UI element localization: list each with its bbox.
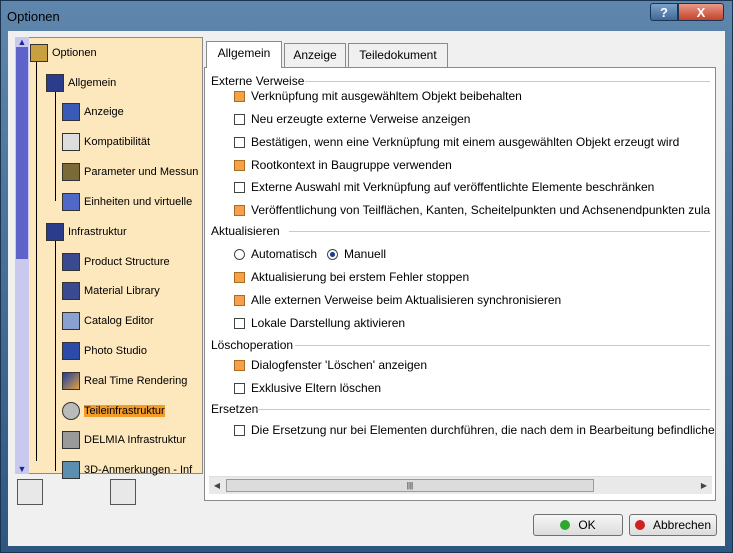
close-button[interactable]: X <box>678 3 724 21</box>
option-checkbox[interactable]: Rootkontext in Baugruppe verwenden <box>234 156 452 174</box>
checkbox[interactable] <box>234 204 245 216</box>
tree-item-infrastruktur[interactable]: Infrastruktur <box>46 222 127 242</box>
options-window: Optionen ? X ▲ ▼ Optionen Allgemein Anze… <box>0 0 733 553</box>
gear-icon <box>62 402 80 420</box>
section-title: Aktualisieren <box>211 224 280 238</box>
tree-item-material-library[interactable]: Material Library <box>62 281 160 301</box>
compatibility-icon <box>62 133 80 151</box>
infrastructure-icon <box>46 223 64 241</box>
tree-item-real-time-rendering[interactable]: Real Time Rendering <box>62 371 187 391</box>
option-checkbox[interactable]: Exklusive Eltern löschen <box>234 379 381 397</box>
settings-panel: Externe Verweise Verknüpfung mit ausgewä… <box>204 67 716 501</box>
radio-automatisch[interactable]: Automatisch <box>234 245 317 263</box>
option-checkbox[interactable]: Lokale Darstellung aktivieren <box>234 314 405 332</box>
section-divider <box>295 345 710 346</box>
tree-item-anzeige[interactable]: Anzeige <box>62 102 124 122</box>
tree-scroll-thumb[interactable] <box>16 47 28 259</box>
tree-connector <box>55 241 56 471</box>
option-checkbox[interactable]: Dialogfenster 'Löschen' anzeigen <box>234 356 427 374</box>
annotation-icon <box>62 461 80 479</box>
tree-item-parameter[interactable]: Parameter und Messun <box>62 162 198 182</box>
checkbox[interactable] <box>234 159 245 171</box>
product-structure-icon <box>62 253 80 271</box>
option-checkbox[interactable]: Externe Auswahl mit Verknüpfung auf verö… <box>234 178 654 196</box>
tree-item-optionen[interactable]: Optionen <box>30 43 97 63</box>
panel-horizontal-scrollbar[interactable]: ◀ ||| ▶ <box>209 476 712 494</box>
horizontal-scroll-thumb[interactable]: ||| <box>226 479 594 492</box>
section-title: Löschoperation <box>211 338 294 352</box>
photo-studio-icon <box>62 342 80 360</box>
material-library-icon <box>62 282 80 300</box>
tree-item-photo-studio[interactable]: Photo Studio <box>62 341 147 361</box>
display-icon <box>62 103 80 121</box>
general-icon <box>46 74 64 92</box>
rendering-icon <box>62 372 80 390</box>
checkbox[interactable] <box>234 359 245 371</box>
section-divider <box>305 81 710 82</box>
checkbox[interactable] <box>234 271 245 283</box>
tree-item-3d-anmerkungen[interactable]: 3D-Anmerkungen - Inf <box>62 460 192 480</box>
checkbox[interactable] <box>234 90 245 102</box>
scroll-right-icon[interactable]: ▶ <box>697 479 711 492</box>
tree-item-kompatibilitaet[interactable]: Kompatibilität <box>62 132 150 152</box>
options-root-icon <box>30 44 48 62</box>
tab-anzeige[interactable]: Anzeige <box>284 43 346 67</box>
option-checkbox[interactable]: Alle externen Verweise beim Aktualisiere… <box>234 291 561 309</box>
tree-connector <box>36 61 37 461</box>
tree-item-delmia[interactable]: DELMIA Infrastruktur <box>62 430 186 450</box>
radio-button[interactable] <box>234 248 245 260</box>
dialog-client: ▲ ▼ Optionen Allgemein Anzeige Kompatibi… <box>8 31 725 546</box>
section-title: Externe Verweise <box>211 74 305 88</box>
tree-item-einheiten[interactable]: Einheiten und virtuelle <box>62 192 192 212</box>
scroll-up-icon[interactable]: ▲ <box>15 37 29 47</box>
tree-item-allgemein[interactable]: Allgemein <box>46 73 116 93</box>
option-checkbox[interactable]: Neu erzeugte externe Verweise anzeigen <box>234 110 470 128</box>
reset-options-icon[interactable] <box>110 479 136 505</box>
radio-button[interactable] <box>327 248 338 260</box>
section-divider <box>257 409 710 410</box>
option-checkbox[interactable]: Die Ersetzung nur bei Elementen durchfüh… <box>234 421 715 439</box>
tree-item-catalog-editor[interactable]: Catalog Editor <box>62 311 154 331</box>
parameter-icon <box>62 163 80 181</box>
cancel-button[interactable]: Abbrechen <box>629 514 717 536</box>
help-button[interactable]: ? <box>650 3 678 21</box>
scroll-down-icon[interactable]: ▼ <box>15 464 29 474</box>
option-checkbox[interactable]: Verknüpfung mit ausgewähltem Objekt beib… <box>234 87 522 105</box>
red-status-icon <box>634 520 645 530</box>
checkbox[interactable] <box>234 113 245 125</box>
option-checkbox[interactable]: Veröffentlichung von Teilflächen, Kanten… <box>234 201 710 219</box>
tree-connector <box>55 91 56 201</box>
tab-teiledokument[interactable]: Teiledokument <box>348 43 448 67</box>
window-title: Optionen <box>7 9 60 24</box>
checkbox[interactable] <box>234 294 245 306</box>
green-status-icon <box>560 520 571 530</box>
section-title: Ersetzen <box>211 402 259 416</box>
delmia-icon <box>62 431 80 449</box>
option-checkbox[interactable]: Bestätigen, wenn eine Verknüpfung mit ei… <box>234 133 679 151</box>
scroll-left-icon[interactable]: ◀ <box>210 479 224 492</box>
option-checkbox[interactable]: Aktualisierung bei erstem Fehler stoppen <box>234 268 469 286</box>
catalog-editor-icon <box>62 312 80 330</box>
tab-allgemein[interactable]: Allgemein <box>206 41 282 68</box>
title-bar: Optionen ? X <box>1 1 732 31</box>
home-icon[interactable] <box>17 479 43 505</box>
checkbox[interactable] <box>234 382 245 394</box>
units-icon <box>62 193 80 211</box>
checkbox[interactable] <box>234 317 245 329</box>
tree-item-product-structure[interactable]: Product Structure <box>62 252 170 272</box>
checkbox[interactable] <box>234 181 245 193</box>
checkbox[interactable] <box>234 136 245 148</box>
checkbox[interactable] <box>234 424 245 436</box>
tree-item-teileinfrastruktur[interactable]: Teileinfrastruktur <box>62 401 165 421</box>
section-divider <box>289 231 710 232</box>
radio-manuell[interactable]: Manuell <box>327 245 386 263</box>
ok-button[interactable]: OK <box>533 514 623 536</box>
